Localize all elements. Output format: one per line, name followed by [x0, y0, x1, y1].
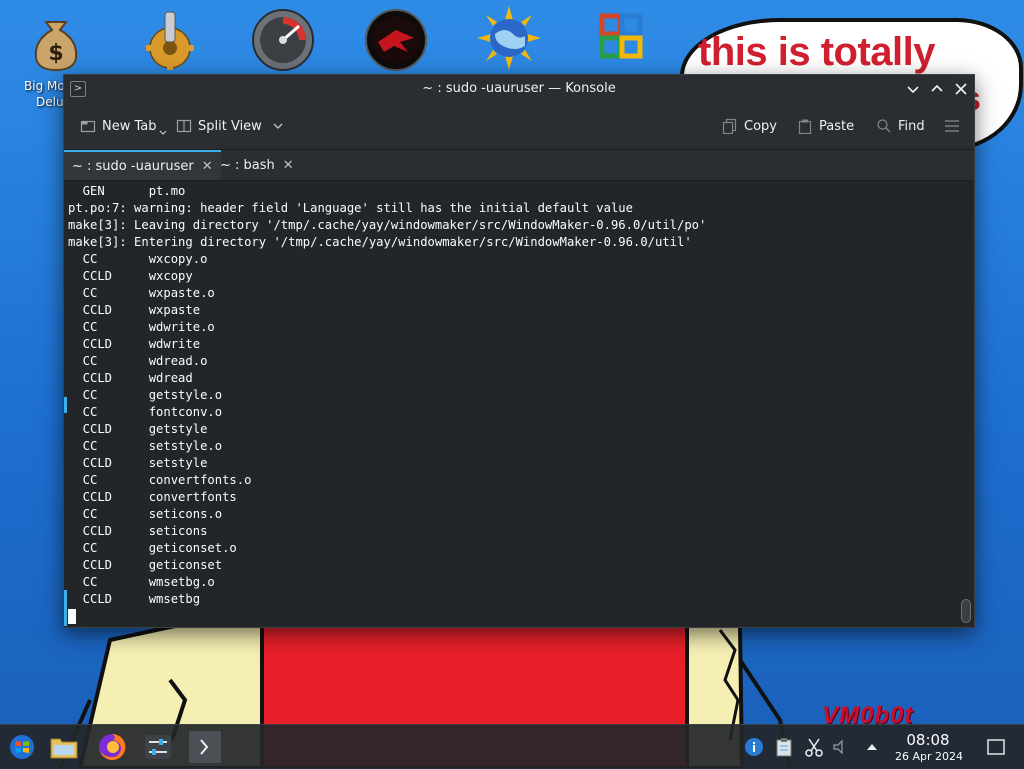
new-tab-label: New Tab — [102, 118, 157, 134]
terminal-line: CCLD seticons — [68, 524, 208, 538]
start-menu-icon[interactable] — [6, 731, 38, 763]
split-view-icon — [176, 119, 192, 133]
tab-label: ~ : sudo -uauruser — [72, 158, 194, 174]
tab-sudo-uauruser[interactable]: ~ : sudo -uauruser ✕ — [64, 150, 221, 180]
terminal-line: pt.po:7: warning: header field 'Language… — [68, 201, 633, 215]
search-icon — [877, 119, 891, 133]
info-notifications-icon[interactable] — [744, 737, 764, 757]
terminal-line: GEN pt.mo — [68, 184, 186, 198]
terminal-line: CCLD getstyle — [68, 422, 208, 436]
show-desktop-icon[interactable] — [986, 737, 1006, 757]
terminal-line: CCLD setstyle — [68, 456, 208, 470]
tab-bar: ~ : sudo -uauruser ✕ ~ : bash ✕ — [64, 150, 974, 181]
terminal-line: CCLD wdread — [68, 371, 193, 385]
konsole-toolbar: New Tab Split View Copy Paste Find — [64, 103, 974, 150]
new-tab-button[interactable]: New Tab — [80, 115, 167, 137]
system-tray-expand-icon[interactable] — [862, 737, 882, 757]
speech-bubble-text: this is totally — [698, 30, 936, 74]
terminal-line: CC geticonset.o — [68, 541, 237, 555]
copy-button[interactable]: Copy — [722, 115, 777, 137]
speedometer-icon[interactable] — [251, 8, 315, 72]
terminal-line: CCLD geticonset — [68, 558, 223, 572]
find-button[interactable]: Find — [876, 115, 925, 137]
terminal-line: make[3]: Entering directory '/tmp/.cache… — [68, 235, 692, 249]
scissors-screenshot-icon[interactable] — [804, 737, 824, 757]
clock-date[interactable]: 26 Apr 2024 — [886, 750, 972, 763]
terminal-line: CC wmsetbg.o — [68, 575, 215, 589]
terminal-line: CCLD wxcopy — [68, 269, 193, 283]
terminal-line: CC wdread.o — [68, 354, 208, 368]
terminal-line: CCLD wmsetbg — [68, 592, 201, 606]
red-bird-app-icon[interactable] — [364, 8, 428, 72]
terminal-line: CC wxpaste.o — [68, 286, 215, 300]
copy-label: Copy — [744, 118, 777, 134]
sun-globe-icon[interactable] — [477, 6, 541, 70]
terminal-line: make[3]: Leaving directory '/tmp/.cache/… — [68, 218, 707, 232]
tab-close-icon[interactable]: ✕ — [202, 159, 213, 174]
paste-label: Paste — [819, 118, 855, 134]
new-tab-dropdown-icon[interactable] — [159, 129, 167, 137]
copy-icon — [722, 118, 737, 134]
terminal-scrollbar[interactable] — [960, 181, 974, 627]
file-manager-folder-icon[interactable] — [48, 731, 80, 763]
line-marker — [64, 590, 67, 626]
terminal-line: CC convertfonts.o — [68, 473, 252, 487]
paste-button[interactable]: Paste — [797, 115, 854, 137]
terminal-line: CC getstyle.o — [68, 388, 223, 402]
office-suite-icon[interactable] — [590, 8, 654, 72]
terminal-line: CC fontconv.o — [68, 405, 223, 419]
new-tab-icon — [80, 120, 96, 133]
clipboard-icon[interactable] — [774, 737, 794, 757]
svg-text:$: $ — [48, 41, 63, 66]
find-label: Find — [898, 118, 925, 134]
konsole-taskbar-icon[interactable] — [189, 731, 221, 763]
tab-label: ~ : bash — [220, 157, 275, 173]
paste-clipboard-icon — [798, 119, 812, 134]
scrollbar-thumb[interactable] — [961, 599, 971, 623]
maximize-chevron-up-icon[interactable] — [928, 80, 946, 98]
window-title: ~ : sudo -uauruser — Konsole — [422, 81, 616, 96]
terminal-line: CCLD wxpaste — [68, 303, 201, 317]
hamburger-menu-icon[interactable] — [944, 118, 960, 134]
money-bag-icon[interactable]: $ — [24, 10, 88, 74]
firefox-browser-icon[interactable] — [96, 731, 128, 763]
line-marker — [64, 397, 67, 413]
terminal-line: CC wdwrite.o — [68, 320, 215, 334]
desktop-icon-label-line2: Delu — [36, 95, 64, 109]
terminal-cursor — [68, 609, 76, 624]
window-titlebar[interactable]: > ~ : sudo -uauruser — Konsole — [64, 75, 974, 103]
split-view-label: Split View — [198, 118, 262, 134]
taskbar-panel: 08:08 26 Apr 2024 — [0, 724, 1024, 769]
terminal-line: CC setstyle.o — [68, 439, 223, 453]
terminal-line: CC wxcopy.o — [68, 252, 208, 266]
terminal-line: CCLD convertfonts — [68, 490, 237, 504]
desktop-icon-label-line1: Big Mo — [24, 79, 65, 93]
split-view-button[interactable]: Split View — [176, 115, 284, 137]
tab-close-icon[interactable]: ✕ — [283, 158, 294, 173]
gear-settings-icon[interactable] — [138, 8, 202, 72]
terminal-output[interactable]: GEN pt.mo pt.po:7: warning: header field … — [64, 181, 960, 627]
minimize-chevron-down-icon[interactable] — [904, 80, 922, 98]
split-view-chevron-down-icon[interactable] — [272, 120, 284, 132]
terminal-line: CCLD wdwrite — [68, 337, 201, 351]
system-settings-sliders-icon[interactable] — [142, 731, 174, 763]
volume-speaker-icon[interactable] — [830, 737, 850, 757]
konsole-window[interactable]: > ~ : sudo -uauruser — Konsole New Tab S… — [63, 74, 975, 628]
clock-time[interactable]: 08:08 — [896, 731, 960, 749]
tab-bash[interactable]: ~ : bash ✕ — [212, 150, 302, 180]
terminal-line: CC seticons.o — [68, 507, 223, 521]
close-window-icon[interactable] — [952, 80, 970, 98]
